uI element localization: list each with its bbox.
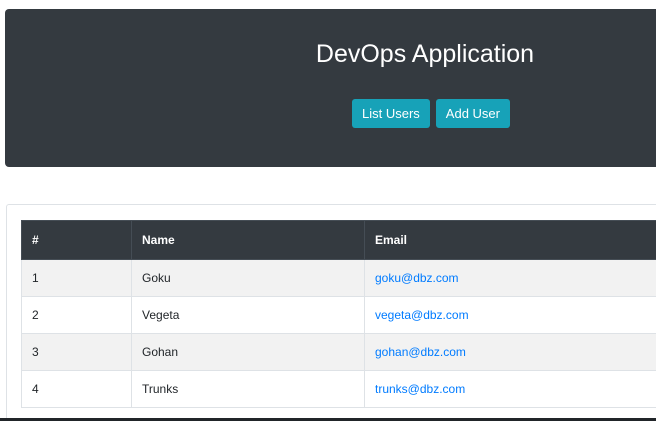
row-name: Trunks [131, 370, 365, 408]
table-header-row: # Name Email [21, 220, 656, 260]
column-header-number: # [21, 220, 132, 260]
column-header-email: Email [364, 220, 656, 260]
table-row: 4 Trunks trunks@dbz.com [21, 370, 656, 408]
row-number: 1 [21, 259, 132, 297]
users-table-header: # Name Email [21, 220, 656, 260]
row-number: 3 [21, 333, 132, 371]
row-name: Gohan [131, 333, 365, 371]
add-user-button[interactable]: Add User [435, 99, 510, 128]
list-users-button[interactable]: List Users [352, 99, 430, 128]
row-email-cell: goku@dbz.com [364, 259, 656, 297]
table-row: 3 Gohan gohan@dbz.com [21, 333, 656, 371]
row-email-cell: gohan@dbz.com [364, 333, 656, 371]
email-link[interactable]: trunks@dbz.com [375, 382, 465, 396]
row-number: 4 [21, 370, 132, 408]
page: DevOps Application List Users Add User #… [0, 0, 656, 421]
row-email-cell: vegeta@dbz.com [364, 296, 656, 334]
app-header: DevOps Application List Users Add User [5, 9, 656, 167]
email-link[interactable]: vegeta@dbz.com [375, 308, 469, 322]
column-header-name: Name [131, 220, 365, 260]
email-link[interactable]: gohan@dbz.com [375, 345, 466, 359]
row-name: Vegeta [131, 296, 365, 334]
users-table: # Name Email 1 Goku goku@dbz.com 2 Veget… [21, 220, 656, 408]
page-title: DevOps Application [315, 40, 535, 68]
header-button-group: List Users Add User [352, 99, 510, 128]
table-row: 1 Goku goku@dbz.com [21, 259, 656, 297]
users-table-body: 1 Goku goku@dbz.com 2 Vegeta vegeta@dbz.… [21, 259, 656, 408]
row-number: 2 [21, 296, 132, 334]
table-row: 2 Vegeta vegeta@dbz.com [21, 296, 656, 334]
users-card: # Name Email 1 Goku goku@dbz.com 2 Veget… [6, 204, 656, 421]
email-link[interactable]: goku@dbz.com [375, 271, 459, 285]
row-email-cell: trunks@dbz.com [364, 370, 656, 408]
row-name: Goku [131, 259, 365, 297]
